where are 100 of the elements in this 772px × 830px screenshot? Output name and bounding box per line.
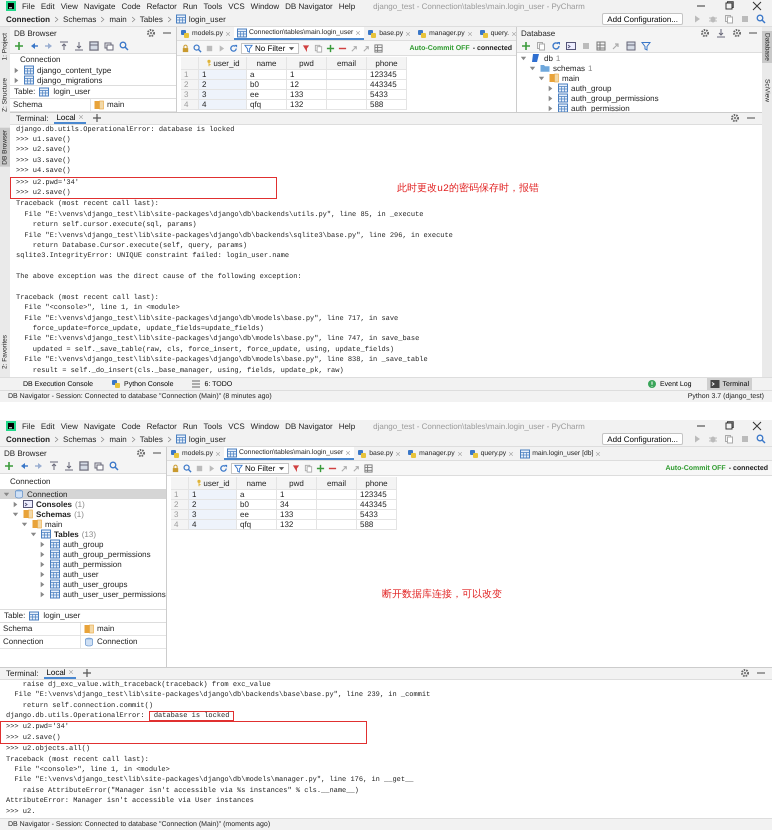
copy-icon[interactable]	[314, 44, 324, 52]
refresh-icon[interactable]	[219, 464, 228, 472]
grid-icon[interactable]	[374, 44, 384, 52]
column-header[interactable]: phone	[357, 477, 397, 490]
add-icon[interactable]	[521, 40, 531, 50]
menu-item[interactable]: Edit	[40, 422, 55, 430]
menu-item[interactable]: Navigate	[84, 2, 116, 10]
copy-icon[interactable]	[536, 40, 546, 50]
tree-item[interactable]: auth_user_user_permissions	[0, 589, 166, 599]
expand-arrow-icon[interactable]	[519, 54, 528, 62]
filter-dropdown[interactable]: No Filter	[231, 462, 290, 474]
breadcrumb-item[interactable]: Tables	[140, 14, 163, 24]
tree-item[interactable]: db 1	[517, 53, 762, 63]
tree-item[interactable]: auth_user_groups	[0, 579, 166, 589]
tree-item[interactable]: main	[517, 73, 762, 83]
menu-item[interactable]: Code	[121, 2, 141, 10]
filter-dropdown[interactable]: No Filter	[241, 42, 300, 54]
breadcrumb-item[interactable]: login_user	[188, 14, 226, 24]
expand-all-icon[interactable]	[64, 461, 74, 471]
settings-icon[interactable]	[740, 668, 750, 678]
settings-icon[interactable]	[730, 113, 740, 124]
breadcrumb-item[interactable]: Schemas	[63, 14, 96, 24]
menu-item[interactable]: DB Navigator	[285, 422, 333, 430]
add-icon[interactable]	[4, 461, 14, 471]
expand-arrow-icon[interactable]	[38, 540, 47, 548]
column-header[interactable]: email	[317, 477, 357, 490]
column-header[interactable]: email	[327, 57, 367, 70]
menu-item[interactable]: Refactor	[146, 2, 177, 10]
breadcrumb-item[interactable]: login_user	[188, 434, 226, 444]
back-icon[interactable]	[19, 461, 29, 471]
expand-arrow-icon[interactable]	[29, 530, 38, 538]
add-icon[interactable]	[92, 113, 102, 124]
search-icon[interactable]	[193, 44, 202, 52]
windows-icon[interactable]	[104, 41, 114, 51]
windows-icon[interactable]	[94, 461, 104, 471]
search-icon[interactable]	[756, 434, 766, 444]
refresh-icon[interactable]	[229, 44, 238, 52]
expand-arrow-icon[interactable]	[38, 580, 47, 588]
tree-item[interactable]: django_content_type	[10, 65, 176, 75]
console-icon[interactable]	[566, 40, 576, 50]
expand-arrow-icon[interactable]	[12, 76, 21, 84]
expand-arrow-icon[interactable]	[12, 66, 21, 74]
run-icon[interactable]	[207, 464, 216, 472]
column-header[interactable]: phone	[367, 57, 407, 70]
menu-item[interactable]: VCS	[228, 422, 245, 430]
menu-item[interactable]: Run	[182, 2, 198, 10]
breadcrumb-item[interactable]: Connection	[6, 14, 50, 24]
tree-item[interactable]: auth_group	[0, 539, 166, 549]
stop-icon[interactable]	[195, 464, 204, 472]
expand-all-icon[interactable]	[74, 41, 84, 51]
tree-item[interactable]: auth_group_permissions	[517, 93, 762, 103]
menu-item[interactable]: Run	[182, 422, 198, 430]
tree-item[interactable]: auth_group	[517, 83, 762, 93]
session-tab[interactable]: Local	[54, 112, 86, 124]
column-header[interactable]: user_id	[189, 477, 237, 490]
menu-item[interactable]: Window	[250, 422, 280, 430]
column-header[interactable]: name	[237, 477, 277, 490]
tree-item[interactable]: Connection	[0, 489, 166, 499]
menu-item[interactable]: Help	[338, 2, 356, 10]
back-icon[interactable]	[29, 41, 39, 51]
panel-icon[interactable]	[79, 461, 89, 471]
expand-arrow-icon[interactable]	[11, 510, 20, 518]
grid-icon[interactable]	[364, 464, 374, 472]
tree-item[interactable]: django_migrations	[10, 75, 176, 85]
add-icon[interactable]	[14, 41, 24, 51]
tree-item[interactable]: Schemas (1)	[0, 509, 166, 519]
breadcrumb-item[interactable]: Tables	[140, 434, 163, 444]
session-tab[interactable]: Local	[44, 668, 76, 679]
panel-icon[interactable]	[626, 40, 636, 50]
collapse-all-icon[interactable]	[59, 41, 69, 51]
expand-arrow-icon[interactable]	[38, 550, 47, 558]
search-icon[interactable]	[109, 461, 119, 471]
close-icon[interactable]	[752, 1, 762, 11]
copy-icon[interactable]	[304, 464, 314, 472]
grid-icon[interactable]	[596, 40, 606, 50]
menu-item[interactable]: Help	[338, 422, 356, 430]
expand-arrow-icon[interactable]	[546, 94, 555, 102]
filter-icon[interactable]	[641, 40, 651, 50]
expand-arrow-icon[interactable]	[537, 74, 546, 82]
menu-item[interactable]: File	[22, 2, 35, 10]
tree-item[interactable]: auth_user	[0, 569, 166, 579]
add-configuration-button[interactable]: Add Configuration...	[602, 433, 683, 445]
menu-item[interactable]: Edit	[40, 2, 55, 10]
menu-item[interactable]: View	[60, 2, 78, 10]
maximize-icon[interactable]	[724, 421, 734, 431]
refresh-icon[interactable]	[551, 40, 561, 50]
lock-icon[interactable]	[171, 464, 180, 472]
expand-arrow-icon[interactable]	[528, 64, 537, 72]
column-header[interactable]: pwd	[277, 477, 317, 490]
maximize-icon[interactable]	[724, 1, 734, 11]
lock-icon[interactable]	[181, 44, 190, 52]
tree-item[interactable]: main	[0, 519, 166, 529]
search-icon[interactable]	[756, 14, 766, 24]
expand-arrow-icon[interactable]	[546, 104, 555, 112]
column-header[interactable]: name	[247, 57, 287, 70]
menu-item[interactable]: Tools	[204, 422, 222, 430]
breadcrumb-item[interactable]: main	[109, 434, 127, 444]
stop-icon[interactable]	[205, 44, 214, 52]
settings-icon[interactable]	[136, 448, 146, 458]
add-row-icon[interactable]	[316, 464, 326, 472]
